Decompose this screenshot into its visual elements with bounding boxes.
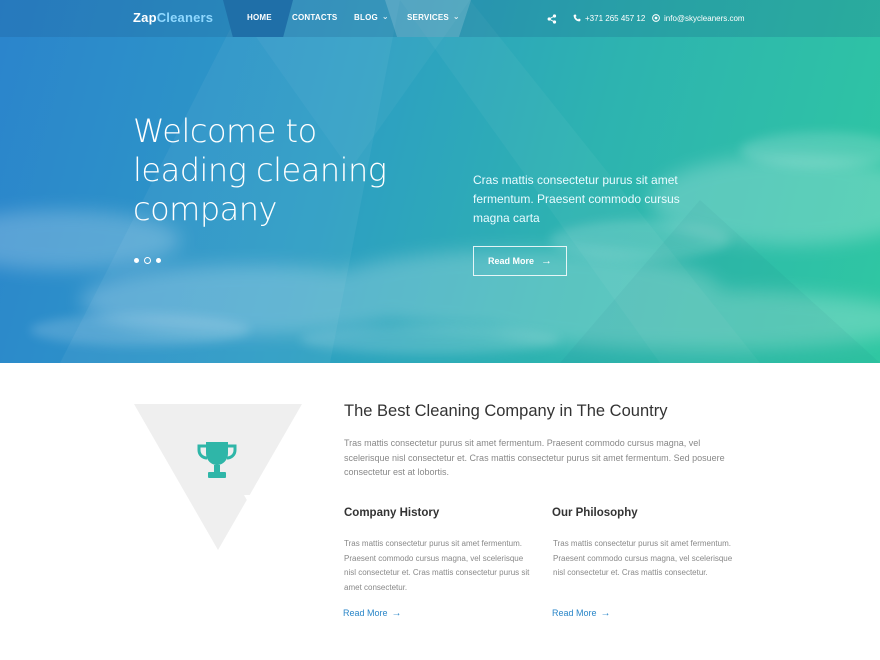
link-label: Read More: [552, 608, 597, 618]
email-contact[interactable]: info@skycleaners.com: [652, 14, 745, 23]
trophy-icon: [197, 442, 237, 478]
email-address: info@skycleaners.com: [664, 14, 745, 23]
nav-label: BLOG: [354, 13, 378, 22]
hero-title-line: company: [133, 190, 277, 228]
arrow-right-icon: →: [600, 608, 611, 619]
button-label: Read More: [487, 256, 534, 266]
logo-part1: Zap: [133, 10, 157, 25]
phone-number: +371 265 457 12: [585, 14, 646, 23]
company-history-title: Company History: [344, 507, 440, 519]
our-philosophy-text: Tras mattis consectetur purus sit amet f…: [553, 539, 733, 577]
slider-dots: [134, 257, 161, 264]
section-text: Tras mattis consectetur purus sit amet f…: [344, 438, 725, 477]
slider-dot[interactable]: [134, 258, 139, 263]
share-icon[interactable]: [547, 14, 557, 24]
at-icon: [652, 14, 660, 22]
nav-label: CONTACTS: [292, 13, 338, 22]
nav-item-contacts[interactable]: CONTACTS: [292, 13, 337, 22]
company-history-read-more-link[interactable]: Read More →: [343, 608, 402, 619]
chevron-down-icon: ⌄: [381, 12, 389, 21]
nav-item-blog[interactable]: BLOG ⌄: [354, 12, 389, 22]
slider-dot[interactable]: [156, 258, 161, 263]
arrow-right-icon: →: [391, 608, 402, 619]
our-philosophy-title: Our Philosophy: [552, 507, 638, 519]
hero-title-line: leading cleaning: [133, 151, 387, 189]
logo-part2: Cleaners: [156, 10, 214, 25]
section-title: The Best Cleaning Company in The Country: [344, 402, 668, 420]
link-label: Read More: [343, 608, 388, 618]
hero-description: Cras mattis consectetur purus sit amet f…: [473, 173, 680, 225]
phone-contact[interactable]: +371 265 457 12: [573, 14, 645, 23]
hero-title-line: Welcome to: [133, 112, 317, 150]
our-philosophy-read-more-link[interactable]: Read More →: [552, 608, 611, 619]
nav-item-services[interactable]: SERVICES ⌄: [407, 12, 460, 22]
nav-label: SERVICES: [407, 13, 449, 22]
hero-title: Welcome to leading cleaning company: [133, 112, 463, 229]
nav-item-home[interactable]: HOME: [247, 13, 272, 22]
top-navbar: ZapCleaners HOME CONTACTS BLOG ⌄ SERVICES…: [0, 0, 880, 37]
site-logo[interactable]: ZapCleaners: [133, 10, 213, 25]
chevron-down-icon: ⌄: [452, 12, 460, 21]
phone-icon: [573, 14, 581, 22]
company-history-text: Tras mattis consectetur purus sit amet f…: [344, 539, 530, 592]
hero-read-more-button[interactable]: Read More →: [473, 246, 567, 276]
nav-label: HOME: [247, 13, 272, 22]
slider-dot-active[interactable]: [144, 257, 151, 264]
arrow-right-icon: →: [541, 255, 552, 267]
